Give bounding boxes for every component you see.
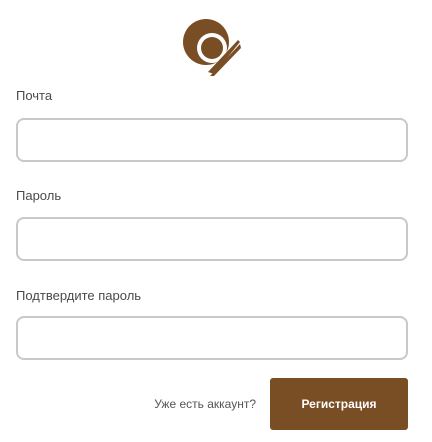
password-field[interactable] xyxy=(16,217,408,261)
confirm-password-label: Подтвердите пароль xyxy=(16,288,142,303)
confirm-password-field[interactable] xyxy=(16,316,408,360)
password-label: Пароль xyxy=(16,188,62,203)
register-button[interactable]: Регистрация xyxy=(270,378,408,430)
registration-page: Почта Пароль Подтвердите пароль Уже есть… xyxy=(0,0,432,442)
login-link[interactable]: Уже есть аккаунт? xyxy=(132,396,256,412)
email-label: Почта xyxy=(16,88,53,103)
email-field[interactable] xyxy=(16,118,408,162)
brand-logo-icon xyxy=(183,19,241,76)
